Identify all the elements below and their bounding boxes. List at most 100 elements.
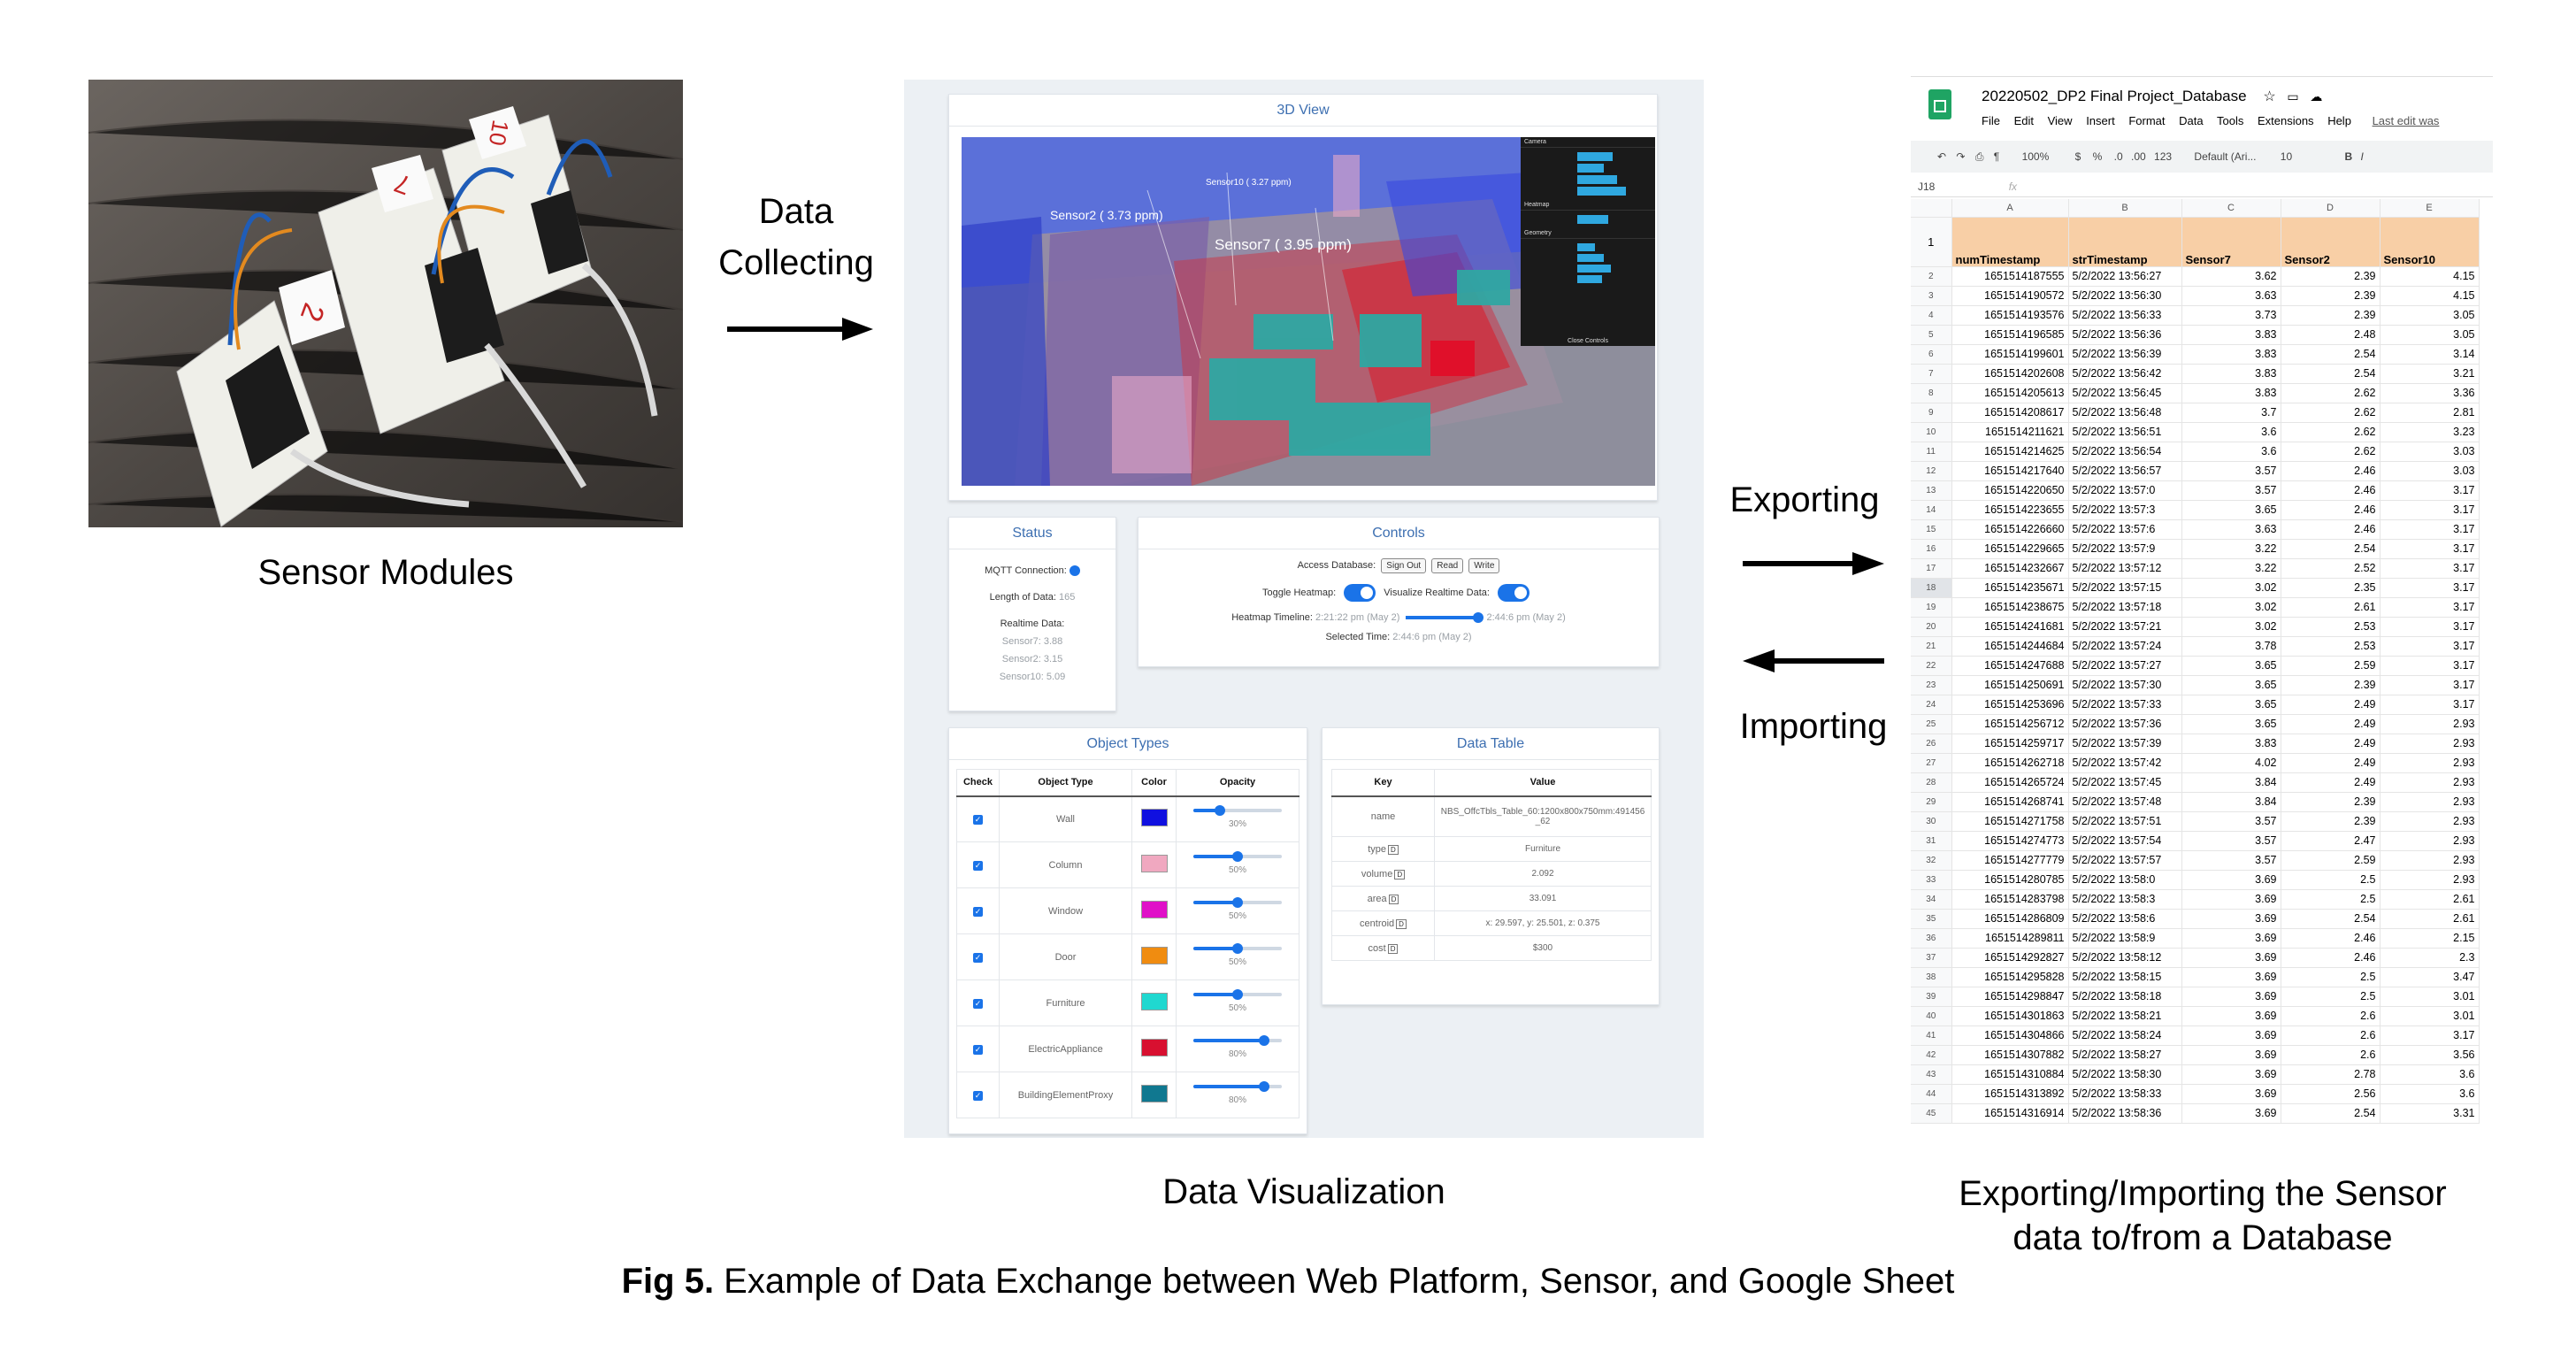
sheet-cell[interactable]: 3.14 — [2380, 344, 2480, 365]
sheet-cell[interactable]: 2.49 — [2281, 753, 2380, 773]
row-number[interactable]: 40 — [1911, 1006, 1952, 1026]
sheet-cell[interactable]: 5/2/2022 13:58:24 — [2068, 1026, 2182, 1046]
gui-section-geometry[interactable]: Geometry — [1521, 228, 1655, 239]
sheet-title-text[interactable]: 20220502_DP2 Final Project_Database — [1982, 88, 2247, 104]
sheet-cell[interactable]: 2.49 — [2281, 714, 2380, 734]
redo-icon[interactable]: ↷ — [1956, 150, 1965, 163]
decrease-decimal-button[interactable]: .0 — [2114, 150, 2123, 163]
sheet-cell[interactable]: 4.02 — [2181, 753, 2281, 773]
sheet-cell[interactable]: 2.62 — [2281, 403, 2380, 423]
sheet-cell[interactable]: 3.17 — [2380, 539, 2480, 559]
zoom-select[interactable]: 100% — [2022, 150, 2050, 163]
sheet-cell[interactable]: 3.65 — [2181, 675, 2281, 695]
sheet-cell[interactable]: 5/2/2022 13:58:36 — [2068, 1103, 2182, 1124]
row-number[interactable]: 4 — [1911, 305, 1952, 326]
sheet-cell[interactable]: 3.03 — [2380, 442, 2480, 462]
object-type-color-swatch[interactable] — [1140, 855, 1168, 872]
star-icon[interactable]: ☆ — [2263, 89, 2275, 104]
sheet-cell[interactable]: 3.69 — [2181, 948, 2281, 968]
object-type-checkbox[interactable]: ✓ — [973, 952, 983, 963]
sheet-cell[interactable]: 2.53 — [2281, 617, 2380, 637]
sheet-cell[interactable]: 1651514271758 — [1951, 811, 2069, 832]
sheet-cell[interactable]: 5/2/2022 13:57:15 — [2068, 578, 2182, 598]
opacity-slider[interactable] — [1193, 851, 1282, 862]
sheet-cell[interactable]: 5/2/2022 13:56:27 — [2068, 266, 2182, 287]
sheet-cell[interactable]: 2.39 — [2281, 286, 2380, 306]
sheet-cell[interactable]: 2.39 — [2281, 675, 2380, 695]
sheet-cell[interactable]: 2.59 — [2281, 850, 2380, 871]
sheet-cell[interactable]: 5/2/2022 13:58:27 — [2068, 1045, 2182, 1065]
sheet-cell[interactable]: 2.6 — [2281, 1006, 2380, 1026]
sheet-cell[interactable]: 3.73 — [2181, 305, 2281, 326]
sheet-cell[interactable]: 1651514238675 — [1951, 597, 2069, 618]
cloud-icon[interactable]: ☁ — [2310, 89, 2322, 104]
visualize-realtime-switch[interactable] — [1498, 584, 1530, 602]
sheet-cell[interactable]: 3.7 — [2181, 403, 2281, 423]
sheet-cell[interactable]: 3.57 — [2181, 480, 2281, 501]
sheet-cell[interactable]: 1651514310884 — [1951, 1064, 2069, 1085]
sheet-cell[interactable]: 2.93 — [2380, 792, 2480, 812]
row-number[interactable]: 31 — [1911, 831, 1952, 851]
sheet-cell[interactable]: 2.46 — [2281, 928, 2380, 949]
sheet-cell[interactable]: 3.17 — [2380, 480, 2480, 501]
sheet-cell[interactable]: 3.6 — [2380, 1084, 2480, 1104]
font-size-select[interactable]: 10 — [2281, 150, 2292, 163]
sheet-cell[interactable]: 3.69 — [2181, 967, 2281, 987]
sheet-cell[interactable]: 3.69 — [2181, 1064, 2281, 1085]
sheet-cell[interactable]: 1651514202608 — [1951, 364, 2069, 384]
sheet-cell[interactable]: 3.17 — [2380, 558, 2480, 579]
sheet-cell[interactable]: 2.54 — [2281, 344, 2380, 365]
row-number[interactable]: 20 — [1911, 617, 1952, 637]
font-select[interactable]: Default (Ari... — [2194, 150, 2256, 163]
view3d-canvas[interactable]: Sensor2 ( 3.73 ppm) Sensor7 ( 3.95 ppm) … — [962, 137, 1655, 486]
sheet-cell[interactable]: 3.65 — [2181, 500, 2281, 520]
sheet-cell[interactable]: 3.62 — [2181, 266, 2281, 287]
sheet-cell[interactable]: 3.78 — [2181, 636, 2281, 657]
sheet-cell[interactable]: 3.69 — [2181, 870, 2281, 890]
sheet-cell[interactable]: 3.69 — [2181, 909, 2281, 929]
row-number[interactable]: 5 — [1911, 325, 1952, 345]
sheet-cell[interactable]: 1651514247688 — [1951, 656, 2069, 676]
sheet-cell[interactable]: 5/2/2022 13:56:54 — [2068, 442, 2182, 462]
sheet-cell[interactable]: 1651514253696 — [1951, 695, 2069, 715]
row-number[interactable]: 3 — [1911, 286, 1952, 306]
sheet-cell[interactable]: 3.57 — [2181, 461, 2281, 481]
sheet-cell[interactable]: 2.6 — [2281, 1026, 2380, 1046]
object-type-checkbox[interactable]: ✓ — [973, 906, 983, 917]
row-number[interactable]: 29 — [1911, 792, 1952, 812]
sheet-cell[interactable]: 5/2/2022 13:56:42 — [2068, 364, 2182, 384]
sheet-cell[interactable]: 3.17 — [2380, 617, 2480, 637]
sheet-cell[interactable]: 5/2/2022 13:58:18 — [2068, 987, 2182, 1007]
sheet-cell[interactable]: 3.17 — [2380, 1026, 2480, 1046]
sheet-cell[interactable]: 3.83 — [2181, 325, 2281, 345]
sheet-cell[interactable]: 2.93 — [2380, 714, 2480, 734]
row-number[interactable]: 9 — [1911, 403, 1952, 423]
sheet-cell[interactable]: 1651514232667 — [1951, 558, 2069, 579]
sheet-cell[interactable]: 5/2/2022 13:57:48 — [2068, 792, 2182, 812]
sheet-cell[interactable]: 1651514208617 — [1951, 403, 2069, 423]
sheet-cell[interactable]: 3.17 — [2380, 695, 2480, 715]
key-badge-icon[interactable]: D — [1388, 894, 1399, 904]
sheet-cell[interactable]: 3.05 — [2380, 305, 2480, 326]
gui-camera-sliders[interactable] — [1521, 148, 1655, 200]
row-number[interactable]: 37 — [1911, 948, 1952, 968]
bold-button[interactable]: B — [2345, 150, 2353, 163]
sheet-cell[interactable]: 1651514259717 — [1951, 734, 2069, 754]
sheet-cell[interactable]: 5/2/2022 13:57:39 — [2068, 734, 2182, 754]
sheet-cell[interactable]: 3.03 — [2380, 461, 2480, 481]
sheet-cell[interactable]: 5/2/2022 13:58:15 — [2068, 967, 2182, 987]
sheet-cell[interactable]: 3.83 — [2181, 364, 2281, 384]
row-number[interactable]: 35 — [1911, 909, 1952, 929]
sheet-cell[interactable]: 2.48 — [2281, 325, 2380, 345]
sheet-cell[interactable]: 3.31 — [2380, 1103, 2480, 1124]
sheet-cell[interactable]: 2.46 — [2281, 500, 2380, 520]
row-number[interactable]: 24 — [1911, 695, 1952, 715]
opacity-slider[interactable] — [1193, 943, 1282, 954]
sheet-cell[interactable]: 5/2/2022 13:58:21 — [2068, 1006, 2182, 1026]
row-number[interactable]: 12 — [1911, 461, 1952, 481]
sheet-cell[interactable]: 1651514250691 — [1951, 675, 2069, 695]
sheet-cell[interactable]: 3.69 — [2181, 1026, 2281, 1046]
sheet-cell[interactable]: 2.5 — [2281, 987, 2380, 1007]
sheet-cell[interactable]: 3.65 — [2181, 656, 2281, 676]
row-number[interactable]: 42 — [1911, 1045, 1952, 1065]
